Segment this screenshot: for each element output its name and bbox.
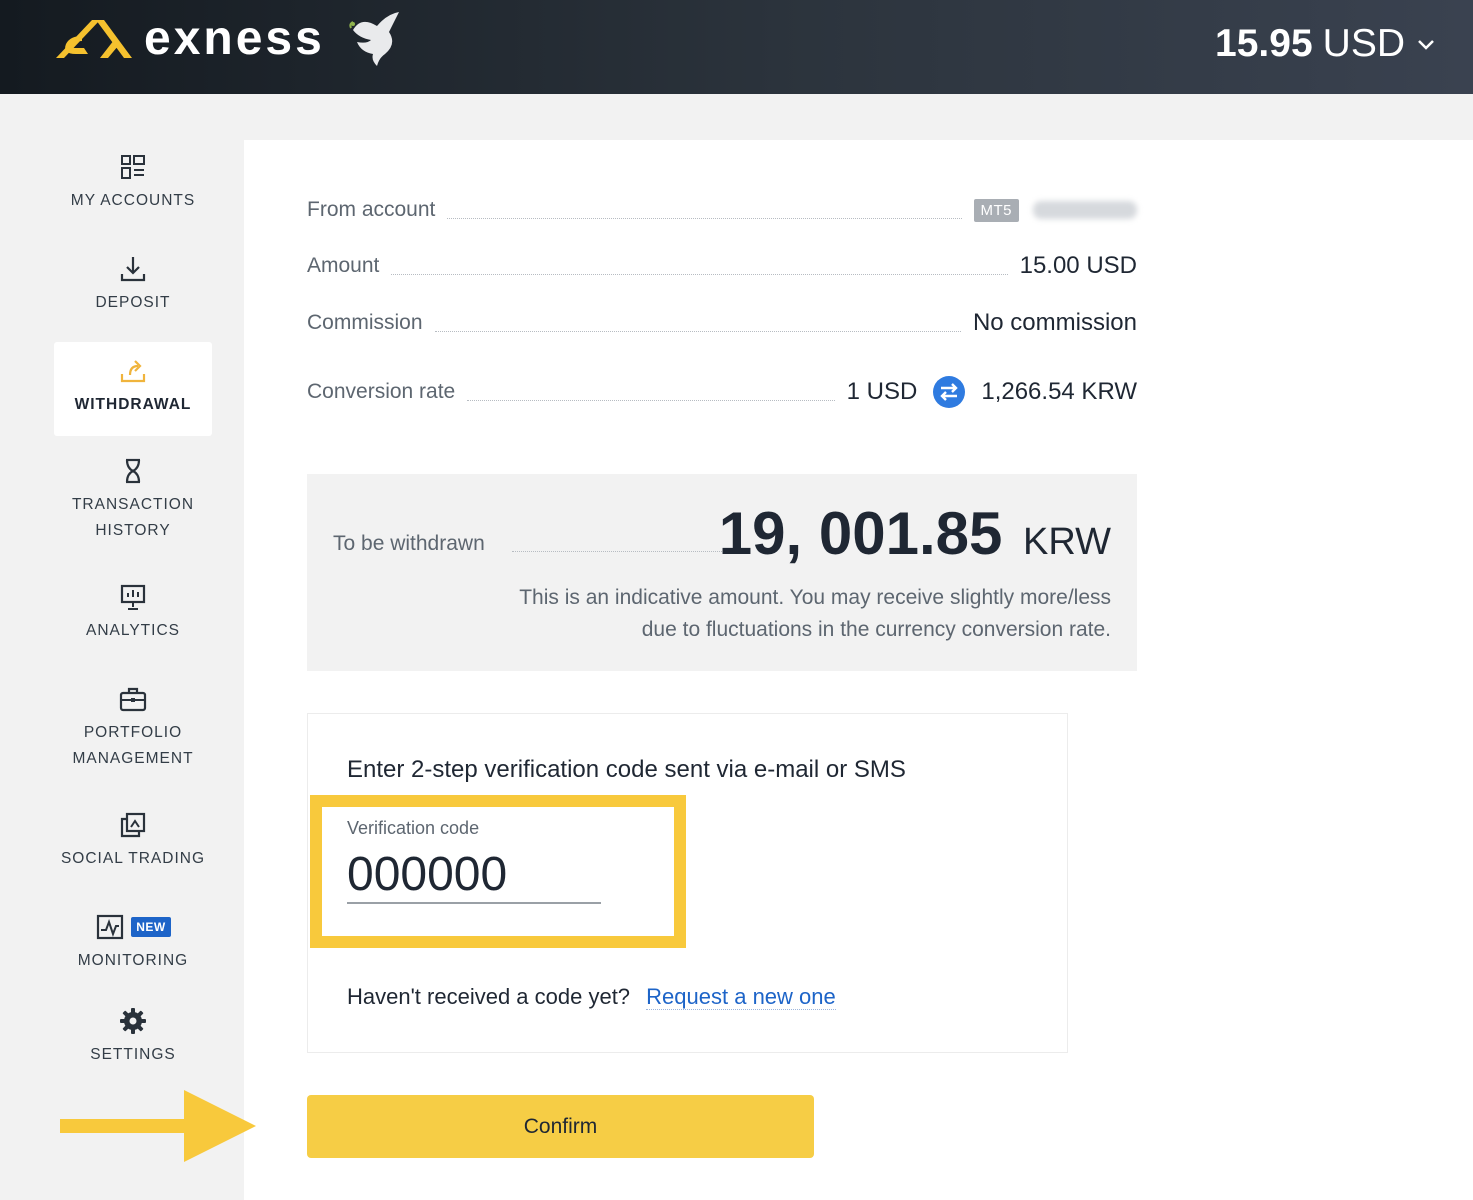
withdrawal-currency: KRW: [1023, 521, 1111, 563]
chevron-down-icon: [1418, 40, 1434, 50]
sidebar-item-label: DEPOSIT: [95, 294, 171, 311]
sidebar-item-label: SETTINGS: [90, 1046, 176, 1063]
account-balance-dropdown[interactable]: 15.95 USD: [1215, 22, 1437, 66]
indicative-amount-note: This is an indicative amount. You may re…: [411, 582, 1111, 646]
exness-logo[interactable]: exness: [52, 10, 403, 68]
from-account-label: From account: [307, 198, 436, 221]
monitoring-icon-row: NEW: [54, 912, 212, 942]
sidebar-item-label: MY ACCOUNTS: [70, 192, 196, 209]
conversion-rate-value: 1 USD 1,266.54 KRW: [847, 375, 1137, 409]
exness-logo-icon: [56, 20, 132, 58]
balance-amount: 15.95: [1215, 22, 1313, 65]
sidebar-item-withdrawal[interactable]: WITHDRAWAL: [54, 342, 212, 436]
download-icon: [120, 257, 146, 282]
new-badge: NEW: [131, 917, 171, 937]
dove-icon: [349, 12, 399, 66]
copy-trading-icon: [120, 812, 146, 838]
amount-value: 15.00 USD: [1019, 252, 1137, 279]
platform-badge: MT5: [973, 198, 1019, 222]
balance-currency: USD: [1322, 22, 1405, 65]
conversion-rate-label: Conversion rate: [307, 380, 456, 403]
pointer-arrow-icon: [60, 1090, 256, 1162]
commission-value: No commission: [972, 309, 1137, 336]
sidebar-item-monitoring[interactable]: NEW MONITORING: [54, 912, 212, 982]
briefcase-icon: [119, 687, 147, 712]
note-line-2: due to fluctuations in the currency conv…: [641, 618, 1111, 641]
conversion-rate-row: Conversion rate 1 USD 1,266.54 KRW: [307, 372, 1137, 412]
sidebar-item-label: MONITORING: [77, 952, 189, 969]
request-new-code-link[interactable]: Request a new one: [646, 984, 836, 1010]
amount-label: Amount: [307, 254, 380, 277]
resend-row: Haven't received a code yet? Request a n…: [347, 984, 836, 1010]
upload-icon: [120, 360, 146, 383]
dotted-leader: [391, 273, 1008, 275]
sidebar-item-label: TRANSACTION: [71, 496, 195, 513]
dotted-leader: [447, 217, 962, 219]
to-be-withdrawn-label: To be withdrawn: [333, 532, 485, 555]
verification-code-input[interactable]: [347, 846, 601, 904]
withdrawal-amount-box: To be withdrawn 19, 001.85 KRW This is a…: [307, 474, 1137, 671]
sidebar-item-label: PORTFOLIO: [83, 724, 183, 741]
dotted-leader: [467, 399, 835, 401]
conversion-to: 1,266.54 KRW: [981, 378, 1137, 405]
verification-card: Enter 2-step verification code sent via …: [307, 713, 1068, 1053]
sidebar-item-portfolio-management[interactable]: PORTFOLIO MANAGEMENT: [54, 684, 212, 784]
exchange-arrows-icon: [933, 376, 966, 408]
brand-name: exness: [144, 12, 325, 65]
sidebar-item-my-accounts[interactable]: MY ACCOUNTS: [54, 152, 212, 228]
amount-row: Amount 15.00 USD: [307, 246, 1137, 286]
withdrawal-amount: 19, 001.85 KRW: [719, 500, 1111, 576]
conversion-from: 1 USD: [846, 378, 918, 405]
sidebar-item-social-trading[interactable]: SOCIAL TRADING: [54, 810, 212, 886]
verification-title: Enter 2-step verification code sent via …: [347, 756, 906, 783]
sidebar-item-label: WITHDRAWAL: [74, 396, 192, 413]
confirm-button[interactable]: Confirm: [307, 1095, 814, 1158]
sidebar-item-settings[interactable]: SETTINGS: [54, 1006, 212, 1082]
commission-row: Commission No commission: [307, 303, 1137, 343]
blurred-account-number: [1033, 201, 1137, 219]
sidebar-item-label: SOCIAL TRADING: [60, 850, 206, 867]
resend-prompt: Haven't received a code yet?: [347, 984, 631, 1009]
withdrawal-amount-value: 19, 001.85: [718, 500, 1003, 567]
monitoring-chart-icon: [97, 914, 124, 940]
grid-icon: [121, 155, 145, 179]
verification-code-label: Verification code: [347, 818, 480, 838]
top-header: exness 15.95 USD: [0, 0, 1473, 94]
sidebar-item-transaction-history[interactable]: TRANSACTION HISTORY: [54, 456, 212, 556]
hourglass-icon: [125, 458, 141, 484]
from-account-row: From account MT5: [307, 190, 1137, 230]
sidebar-item-label-line2: MANAGEMENT: [72, 750, 194, 767]
note-line-1: This is an indicative amount. You may re…: [519, 586, 1111, 609]
sidebar-item-label: ANALYTICS: [86, 622, 180, 639]
dotted-leader: [512, 551, 738, 552]
dotted-leader: [434, 330, 961, 332]
gear-icon: [120, 1008, 146, 1034]
sidebar-item-deposit[interactable]: DEPOSIT: [54, 254, 212, 330]
presentation-chart-icon: [120, 584, 146, 610]
sidebar-item-label-line2: HISTORY: [95, 522, 171, 539]
commission-label: Commission: [307, 311, 423, 334]
sidebar-item-analytics[interactable]: ANALYTICS: [54, 582, 212, 658]
from-account-value: MT5: [973, 198, 1137, 222]
